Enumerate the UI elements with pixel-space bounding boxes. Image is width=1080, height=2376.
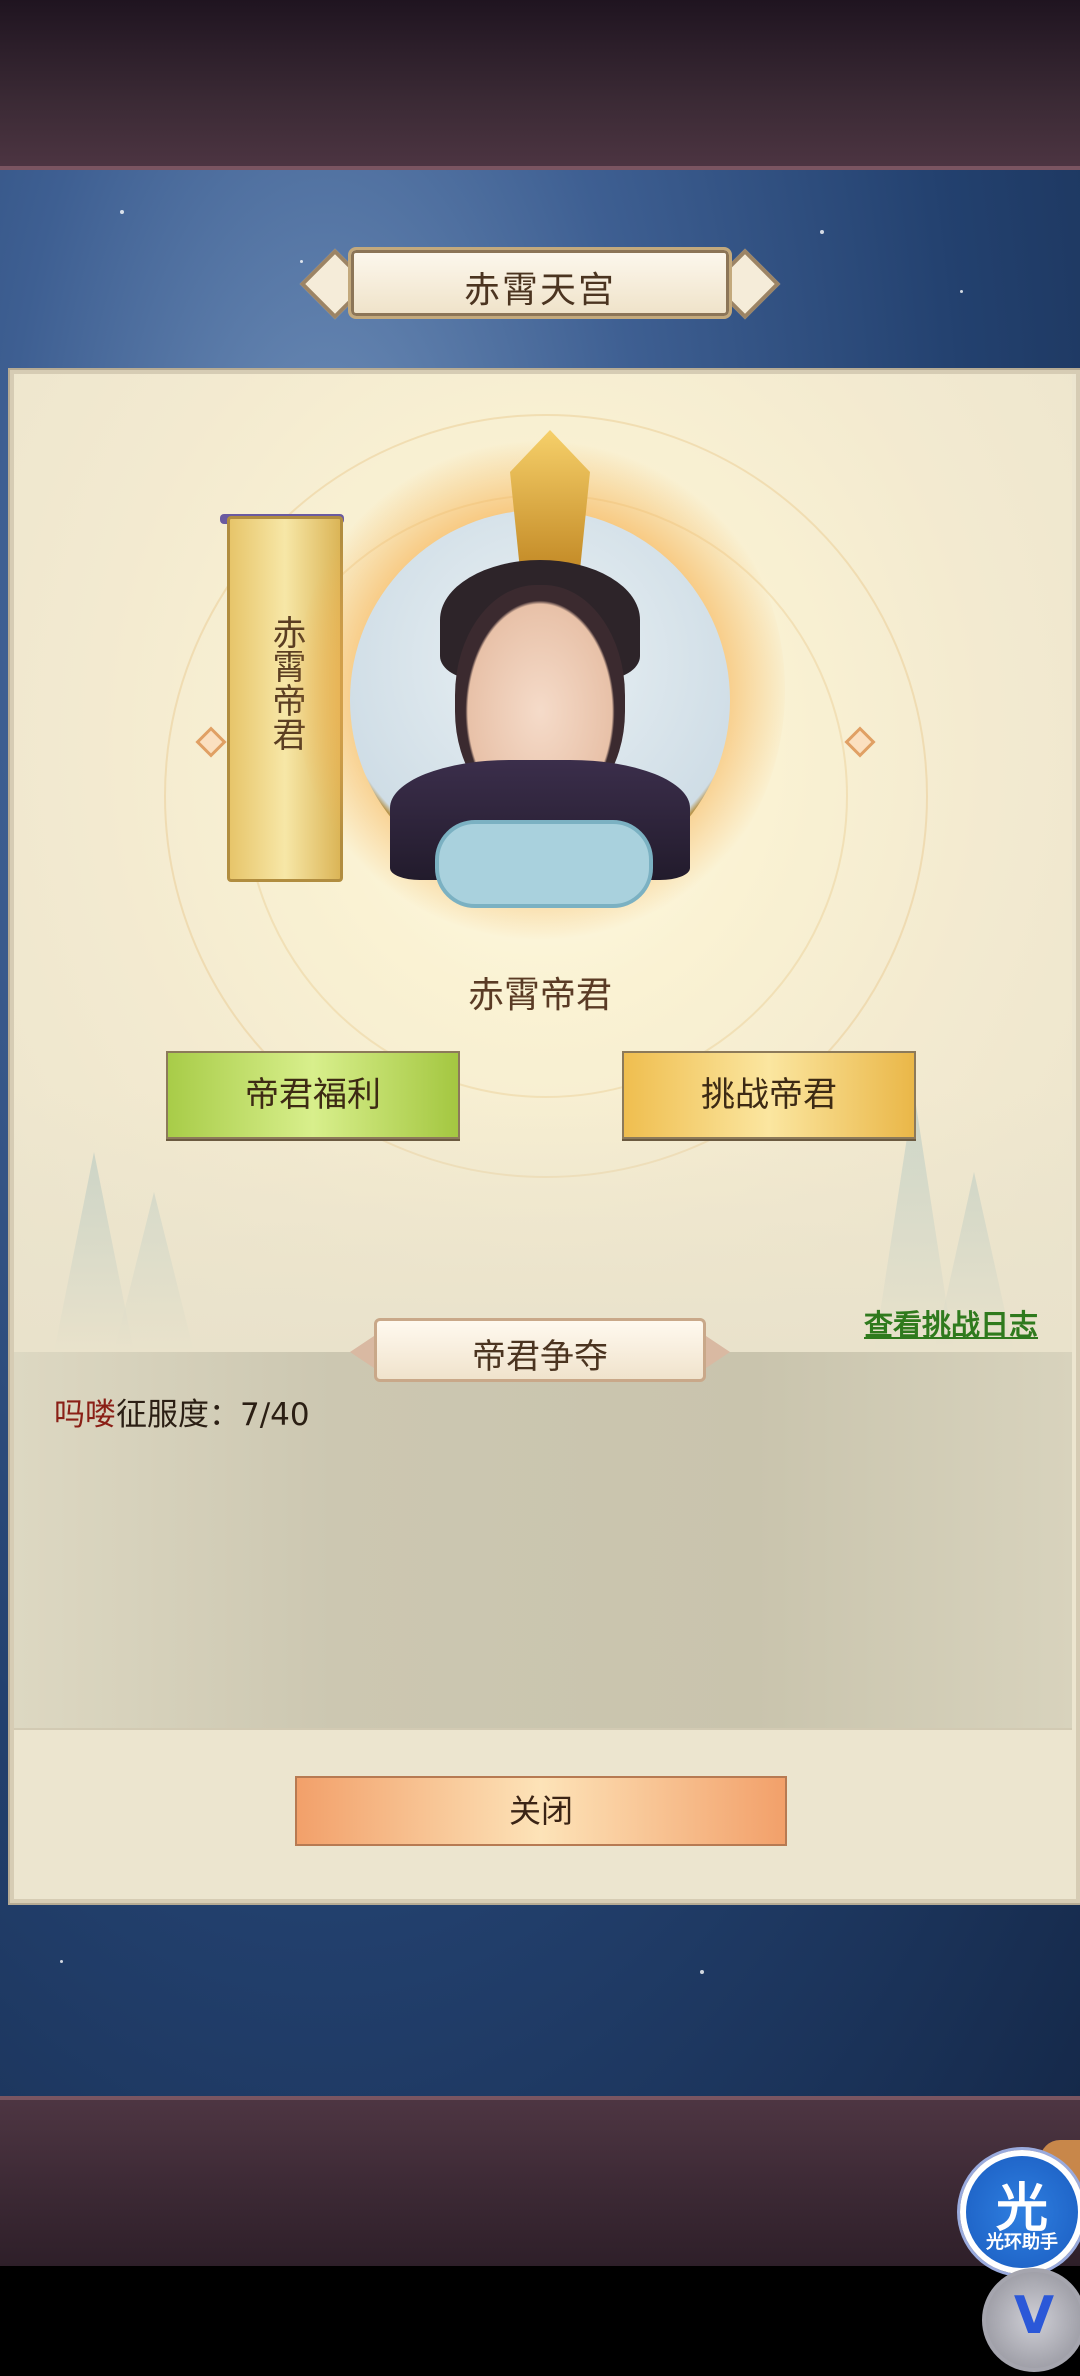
v-glyph: V [1013,2286,1055,2346]
top-frame-bar [0,0,1080,170]
cloud-pedestal [435,820,653,908]
section-title: 帝君争夺 [472,1337,608,1377]
view-challenge-log-link[interactable]: 查看挑战日志 [864,1302,1038,1344]
player-name: 吗喽 [54,1397,116,1433]
bottom-black-area [0,2266,1080,2376]
challenge-emperor-button[interactable]: 挑战帝君 [622,1051,916,1139]
assistant-label: 光环助手 [986,2232,1058,2253]
assistant-icon[interactable]: 光 光环助手 [960,2150,1080,2274]
v-icon[interactable]: V [982,2268,1080,2372]
emperor-welfare-button[interactable]: 帝君福利 [166,1051,460,1139]
conquest-value: 7/40 [240,1397,310,1433]
title-plaque: 赤霄天宫 [299,247,781,320]
hero-name: 赤霄帝君 [467,975,612,1016]
bottom-frame-bar [0,2096,1080,2266]
page-title: 赤霄天宫 [463,270,616,311]
close-button[interactable]: 关闭 [295,1776,787,1846]
section-header: 帝君争夺 [350,1318,730,1382]
conquest-progress: 吗喽征服度：7/40 [54,1389,310,1434]
conquest-label: 征服度： [116,1397,240,1433]
